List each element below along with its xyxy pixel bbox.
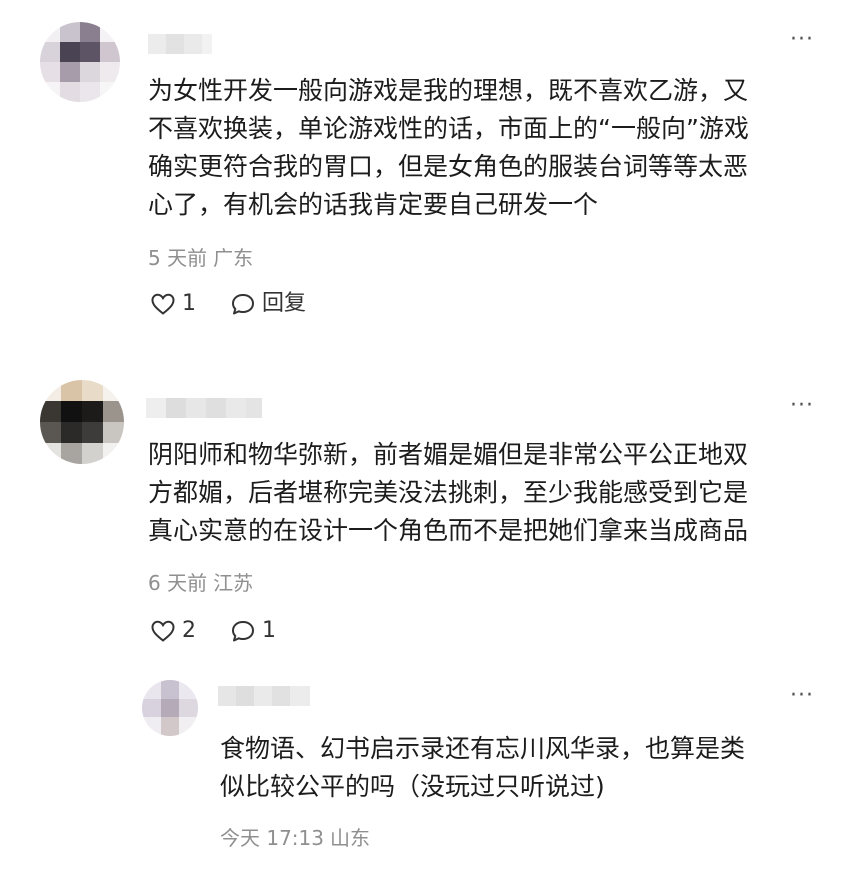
more-options-icon[interactable]: ··· (790, 685, 814, 707)
speech-bubble-icon (232, 621, 254, 642)
reply-label: 回复 (262, 291, 307, 316)
comment-location: 山东 (330, 826, 370, 850)
avatar[interactable] (40, 380, 124, 464)
reply-count: 1 (262, 618, 276, 643)
comment-body: 为女性开发一般向游戏是我的理想，既不喜欢乙游，又 不喜欢换装，单论游戏性的话，市… (148, 72, 749, 224)
username-blurred[interactable] (148, 34, 212, 54)
reply-body: 食物语、幻书启示录还有忘川风华录，也算是类 似比较公平的吗（没玩过只听说过) (220, 730, 745, 806)
more-options-icon[interactable]: ··· (790, 395, 814, 417)
username-blurred[interactable] (146, 398, 262, 418)
heart-outline-icon (151, 293, 175, 315)
comment-line: 阴阳师和物华弥新，前者媚是媚但是非常公平公正地双 (148, 440, 749, 469)
avatar[interactable] (142, 680, 198, 736)
like-button[interactable]: 2 (150, 619, 196, 643)
heart-outline-icon (151, 620, 175, 642)
comment-line: 似比较公平的吗（没玩过只听说过) (220, 772, 605, 801)
comment-meta: 5 天前 广东 (148, 246, 253, 270)
comment-line: 食物语、幻书启示录还有忘川风华录，也算是类 (220, 734, 746, 763)
comment-time: 6 天前 (148, 571, 208, 595)
comment-location: 广东 (213, 246, 254, 270)
comment-meta: 6 天前 江苏 (148, 571, 253, 595)
reply-button[interactable]: 1 (230, 619, 276, 643)
like-button[interactable]: 1 (150, 292, 196, 316)
comment-body: 阴阳师和物华弥新，前者媚是媚但是非常公平公正地双 方都媚，后者堪称完美没法挑刺，… (148, 436, 748, 550)
speech-bubble-icon (232, 294, 254, 315)
comment-time: 今天 17:13 (220, 826, 324, 850)
like-count: 1 (182, 291, 196, 316)
comment-time: 5 天前 (148, 246, 208, 270)
comment-line: 方都媚，后者堪称完美没法挑刺，至少我能感受到它是 (148, 478, 749, 507)
reply-meta: 今天 17:13 山东 (220, 826, 370, 850)
reply-button[interactable]: 回复 (230, 292, 306, 316)
comment-line: 为女性开发一般向游戏是我的理想，既不喜欢乙游，又 (148, 76, 749, 105)
comment-location: 江苏 (213, 571, 254, 595)
like-count: 2 (182, 618, 196, 643)
avatar[interactable] (40, 22, 120, 102)
username-blurred[interactable] (218, 686, 310, 706)
comment-line: 心了，有机会的话我肯定要自己研发一个 (148, 190, 599, 219)
comment-line: 确实更符合我的胃口，但是女角色的服装台词等等太恶 (148, 152, 749, 181)
comment-line: 不喜欢换装，单论游戏性的话，市面上的“一般向”游戏 (148, 114, 749, 143)
comment-line: 真心实意的在设计一个角色而不是把她们拿来当成商品 (148, 516, 749, 545)
more-options-icon[interactable]: ··· (790, 29, 814, 51)
